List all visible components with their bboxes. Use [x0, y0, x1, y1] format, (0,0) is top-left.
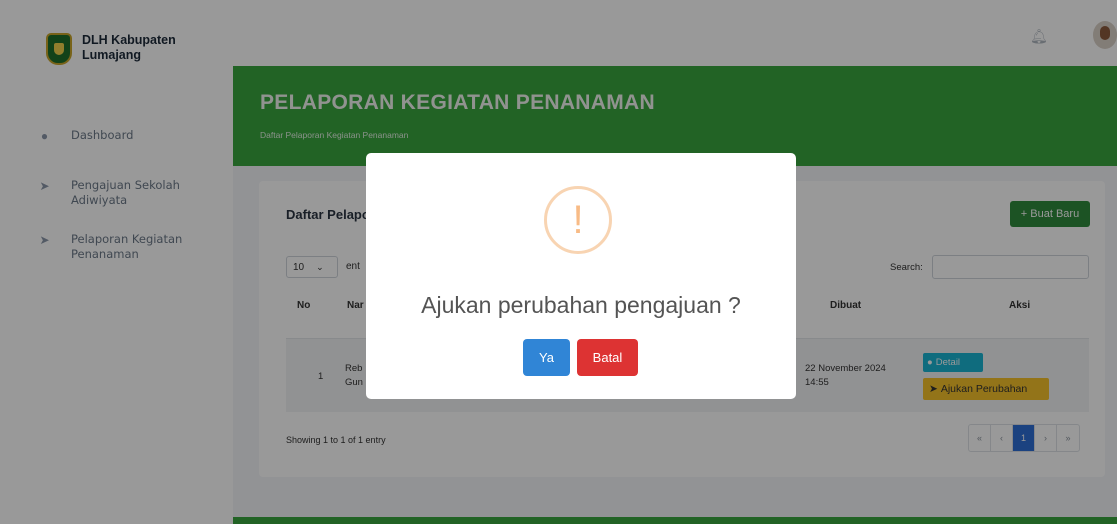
cancel-button[interactable]: Batal — [577, 339, 638, 376]
dialog-title: Ajukan perubahan pengajuan ? — [421, 292, 741, 318]
warning-icon: ! — [544, 186, 612, 254]
confirm-button[interactable]: Ya — [523, 339, 570, 376]
confirm-dialog: ! Ajukan perubahan pengajuan ? Ya Batal — [366, 153, 796, 399]
